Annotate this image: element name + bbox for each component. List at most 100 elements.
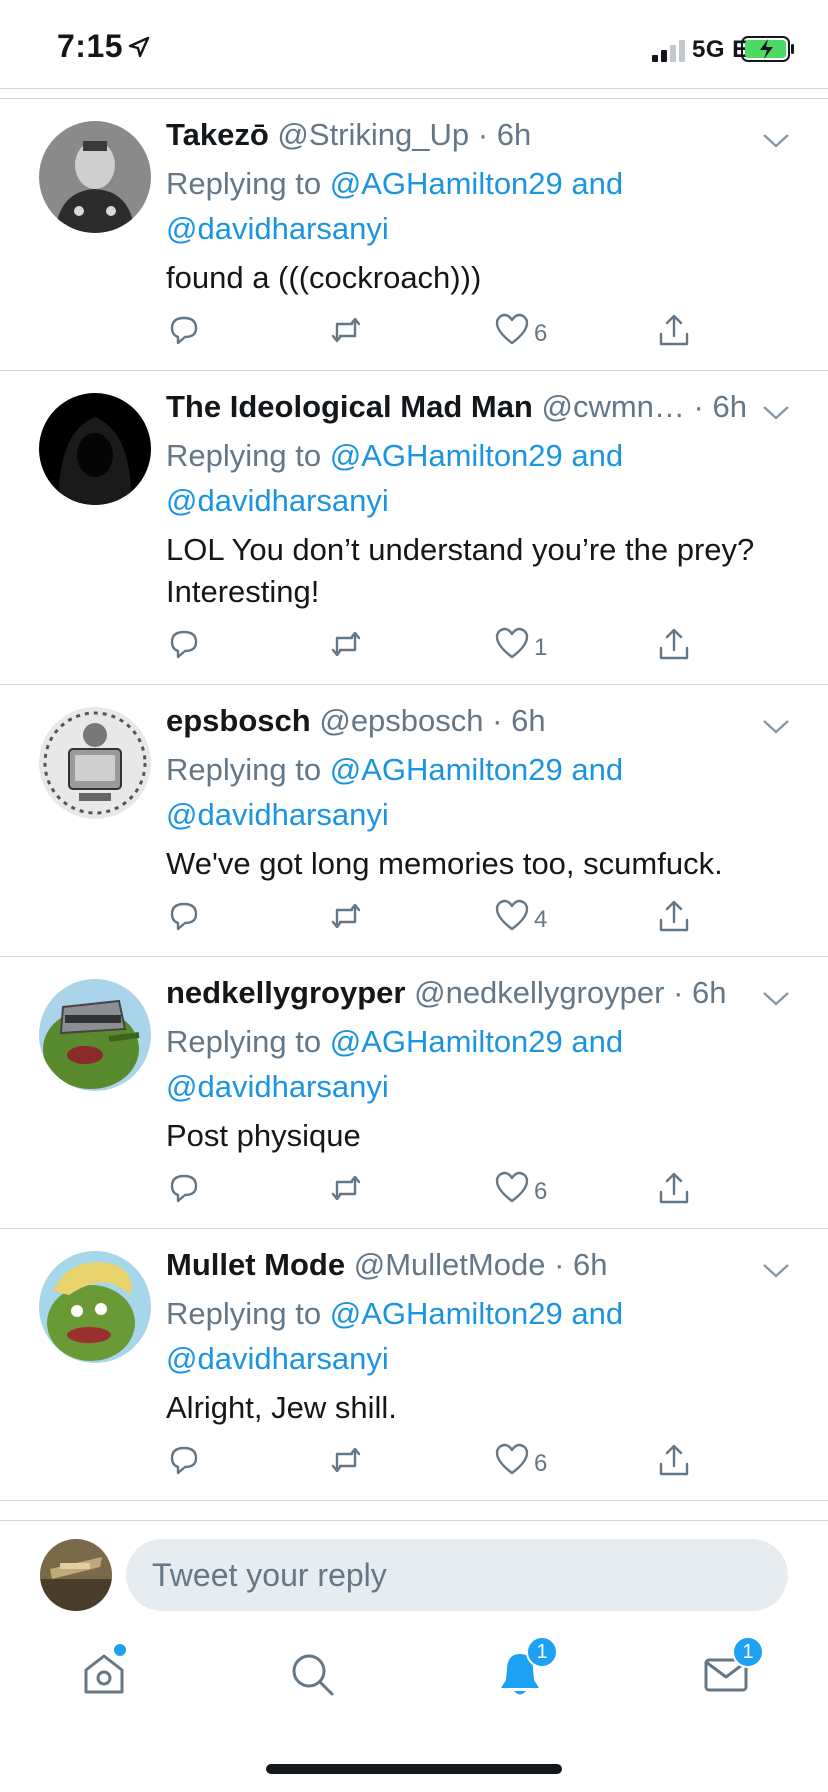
heart-icon: [495, 1443, 529, 1475]
tweet-header: The Ideological Mad Man @cwmn… · 6h: [166, 389, 747, 424]
share-button[interactable]: [656, 1442, 692, 1482]
retweet-button[interactable]: [328, 1170, 364, 1210]
status-bar: 7:15 5G E: [0, 0, 828, 88]
like-button[interactable]: 1: [494, 626, 547, 666]
share-icon: [659, 1444, 689, 1476]
retweet-button[interactable]: [328, 1442, 364, 1482]
share-button[interactable]: [656, 626, 692, 666]
tweet-actions: 6: [166, 1170, 706, 1210]
like-count: 4: [534, 906, 548, 933]
tweet-item[interactable]: epsbosch @epsbosch · 6h Replying to @AGH…: [0, 685, 828, 957]
user-handle[interactable]: @Striking_Up: [277, 117, 469, 152]
tweet-header: epsbosch @epsbosch · 6h: [166, 703, 546, 738]
battery-charging-icon: [741, 36, 794, 62]
heart-icon: [495, 899, 529, 931]
mention-link[interactable]: @davidharsanyi: [166, 1069, 389, 1104]
header-divider: [0, 88, 828, 89]
like-button[interactable]: 6: [494, 1170, 547, 1210]
tweet-item[interactable]: nedkellygroyper @nedkellygroyper · 6h Re…: [0, 957, 828, 1229]
tweet-time: 6h: [511, 703, 546, 738]
tab-home[interactable]: [80, 1644, 136, 1706]
and-label: and: [571, 166, 624, 201]
chevron-down-icon[interactable]: [762, 405, 790, 421]
tweet-item[interactable]: Takezō @Striking_Up · 6h Replying to @AG…: [0, 99, 828, 371]
mention-link[interactable]: @AGHamilton29: [330, 1024, 563, 1059]
display-name[interactable]: Mullet Mode: [166, 1247, 345, 1282]
share-button[interactable]: [656, 898, 692, 938]
chevron-down-icon[interactable]: [762, 133, 790, 149]
tweet-time: 6h: [573, 1247, 608, 1282]
mention-link[interactable]: @AGHamilton29: [330, 1296, 563, 1331]
mention-link[interactable]: @AGHamilton29: [330, 752, 563, 787]
reply-feed[interactable]: Takezō @Striking_Up · 6h Replying to @AG…: [0, 99, 828, 1522]
tab-search[interactable]: [288, 1650, 344, 1706]
replying-to-line: Replying to @AGHamilton29 and @davidhars…: [166, 1019, 786, 1109]
reply-button[interactable]: [166, 1170, 202, 1210]
avatar[interactable]: [39, 979, 151, 1091]
mention-link[interactable]: @davidharsanyi: [166, 211, 389, 246]
avatar[interactable]: [39, 393, 151, 505]
heart-icon: [495, 1171, 529, 1203]
avatar[interactable]: [39, 1251, 151, 1363]
tweet-time: 6h: [712, 389, 747, 424]
heart-icon: [495, 627, 529, 659]
reply-button[interactable]: [166, 312, 202, 352]
reply-input[interactable]: [126, 1539, 788, 1611]
avatar[interactable]: [39, 707, 151, 819]
chevron-down-icon[interactable]: [762, 719, 790, 735]
tab-messages[interactable]: 1: [702, 1636, 764, 1706]
retweet-button[interactable]: [328, 898, 364, 938]
tab-notifications[interactable]: 1: [496, 1636, 558, 1706]
tweet-actions: 6: [166, 1442, 706, 1482]
user-handle[interactable]: @MulletMode: [354, 1247, 546, 1282]
and-label: and: [571, 752, 624, 787]
reply-button[interactable]: [166, 626, 202, 666]
display-name[interactable]: The Ideological Mad Man: [166, 389, 533, 424]
retweet-icon: [331, 1447, 361, 1473]
display-name[interactable]: nedkellygroyper: [166, 975, 405, 1010]
share-icon: [659, 628, 689, 660]
user-handle[interactable]: @epsbosch: [319, 703, 483, 738]
reply-button[interactable]: [166, 1442, 202, 1482]
like-count: 6: [534, 1178, 548, 1205]
tweet-header: Takezō @Striking_Up · 6h: [166, 117, 532, 152]
tweet-actions: 1: [166, 626, 706, 666]
tweet-item[interactable]: Mullet Mode @MulletMode · 6h Replying to…: [0, 1229, 828, 1501]
tweet-text: Alright, Jew shill.: [166, 1390, 397, 1425]
search-icon: [292, 1654, 334, 1696]
tweet-time: 6h: [692, 975, 727, 1010]
retweet-button[interactable]: [328, 312, 364, 352]
and-label: and: [571, 1296, 624, 1331]
display-name[interactable]: Takezō: [166, 117, 269, 152]
display-name[interactable]: epsbosch: [166, 703, 311, 738]
like-button[interactable]: 6: [494, 1442, 547, 1482]
mention-link[interactable]: @davidharsanyi: [166, 483, 389, 518]
replying-to-label: Replying to: [166, 752, 322, 787]
retweet-button[interactable]: [328, 626, 364, 666]
home-indicator[interactable]: [266, 1764, 562, 1774]
status-time: 7:15: [57, 28, 124, 64]
replying-to-label: Replying to: [166, 166, 322, 201]
chevron-down-icon[interactable]: [762, 991, 790, 1007]
mention-link[interactable]: @AGHamilton29: [330, 166, 563, 201]
share-button[interactable]: [656, 312, 692, 352]
chevron-down-icon[interactable]: [762, 1263, 790, 1279]
avatar[interactable]: [39, 121, 151, 233]
like-button[interactable]: 6: [494, 312, 547, 352]
my-avatar[interactable]: [40, 1539, 112, 1611]
mention-link[interactable]: @davidharsanyi: [166, 797, 389, 832]
user-handle[interactable]: @nedkellygroyper: [414, 975, 664, 1010]
retweet-icon: [331, 1175, 361, 1201]
location-arrow-icon: [128, 36, 150, 58]
share-button[interactable]: [656, 1170, 692, 1210]
replying-to-line: Replying to @AGHamilton29 and @davidhars…: [166, 747, 786, 837]
mention-link[interactable]: @davidharsanyi: [166, 1341, 389, 1376]
tweet-text: LOL You don’t understand you’re the prey…: [166, 532, 755, 609]
user-handle[interactable]: @cwmn…: [542, 389, 685, 424]
reply-button[interactable]: [166, 898, 202, 938]
tweet-text: found a (((cockroach))): [166, 260, 482, 295]
like-button[interactable]: 4: [494, 898, 547, 938]
mention-link[interactable]: @AGHamilton29: [330, 438, 563, 473]
replying-to-line: Replying to @AGHamilton29 and @davidhars…: [166, 1291, 786, 1381]
tweet-item[interactable]: The Ideological Mad Man @cwmn… · 6h Repl…: [0, 371, 828, 685]
